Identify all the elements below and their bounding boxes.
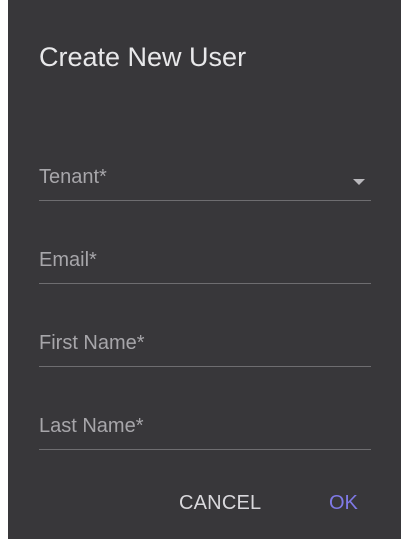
email-field[interactable]: Email*	[39, 240, 371, 284]
last-name-label: Last Name*	[39, 415, 144, 437]
create-user-dialog: Create New User Tenant* Email* First Nam…	[8, 0, 401, 539]
dialog-title: Create New User	[39, 42, 247, 72]
ok-button[interactable]: OK	[329, 488, 358, 518]
first-name-field[interactable]: First Name*	[39, 323, 371, 367]
dropdown-caret-icon	[353, 179, 365, 185]
tenant-label: Tenant*	[39, 166, 107, 188]
first-name-label: First Name*	[39, 332, 145, 354]
cancel-button[interactable]: CANCEL	[179, 488, 261, 518]
last-name-field[interactable]: Last Name*	[39, 406, 371, 450]
email-label: Email*	[39, 249, 97, 271]
tenant-select[interactable]: Tenant*	[39, 157, 371, 201]
